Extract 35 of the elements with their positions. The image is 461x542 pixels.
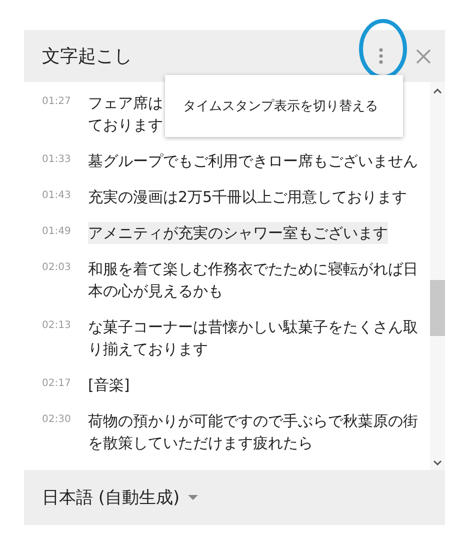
caption-text: 荷物の預かりが可能ですので手ぶらで秋葉原の街を散策していただけます疲れたら bbox=[88, 411, 419, 454]
menu-item[interactable]: タイムスタンプ表示を切り替える bbox=[165, 87, 396, 125]
caption-text: 墓グループでもご利用できロー席もございません bbox=[88, 151, 418, 172]
transcript-row[interactable]: 02:30 荷物の預かりが可能ですので手ぶらで秋葉原の街を散策していただけます疲れたら bbox=[24, 404, 430, 462]
caption-text: 和服を着て楽しむ作務衣でたために寝転がれば日本の心が見えるかも bbox=[88, 259, 419, 302]
caption-text: 充実の漫画は2万5千冊以上ご用意しております bbox=[88, 187, 408, 208]
more-icon bbox=[378, 47, 384, 65]
caption-text: ております bbox=[88, 115, 163, 136]
caption-text: [音楽] bbox=[88, 375, 130, 396]
close-button[interactable] bbox=[414, 46, 433, 66]
transcript-row[interactable]: 02:13 な菓子コーナーは昔懐かしい駄菓子をたくさん取り揃えております bbox=[24, 310, 430, 368]
close-icon bbox=[416, 48, 431, 64]
caption-text: フェア席は bbox=[88, 93, 163, 114]
timestamp: 01:33 bbox=[42, 153, 72, 167]
timestamp: 01:27 bbox=[42, 95, 72, 109]
panel-title: 文字起こし bbox=[42, 45, 133, 68]
transcript-row[interactable]: 02:03 和服を着て楽しむ作務衣でたために寝転がれば日本の心が見えるかも bbox=[24, 252, 430, 310]
language-dropdown[interactable]: 日本語 (自動生成) bbox=[40, 484, 200, 511]
caption-text: アメニティが充実のシャワー室もございます bbox=[88, 222, 388, 244]
timestamp: 02:03 bbox=[42, 261, 72, 275]
scroll-thumb[interactable] bbox=[430, 280, 445, 336]
timestamp: 02:30 bbox=[42, 413, 72, 427]
scroll-down-icon[interactable] bbox=[433, 460, 442, 466]
transcript-row[interactable]: 01:49 アメニティが充実のシャワー室もございます bbox=[24, 216, 430, 252]
scroll-up-icon[interactable] bbox=[433, 88, 442, 94]
transcript-row[interactable]: 02:17 [音楽] bbox=[24, 368, 430, 404]
dropdown-caret-icon bbox=[188, 495, 198, 500]
timestamp: 01:49 bbox=[42, 225, 72, 239]
timestamp: 02:17 bbox=[42, 377, 72, 391]
timestamp: 01:43 bbox=[42, 189, 72, 203]
transcript-row[interactable]: 01:43 充実の漫画は2万5千冊以上ご用意しております bbox=[24, 180, 430, 216]
timestamp: 02:13 bbox=[42, 319, 72, 333]
caption-text: な菓子コーナーは昔懐かしい駄菓子をたくさん取り揃えております bbox=[88, 317, 419, 360]
scrollbar[interactable] bbox=[430, 82, 445, 470]
transcript-row[interactable]: 01:33 墓グループでもご利用できロー席もございません bbox=[24, 144, 430, 180]
